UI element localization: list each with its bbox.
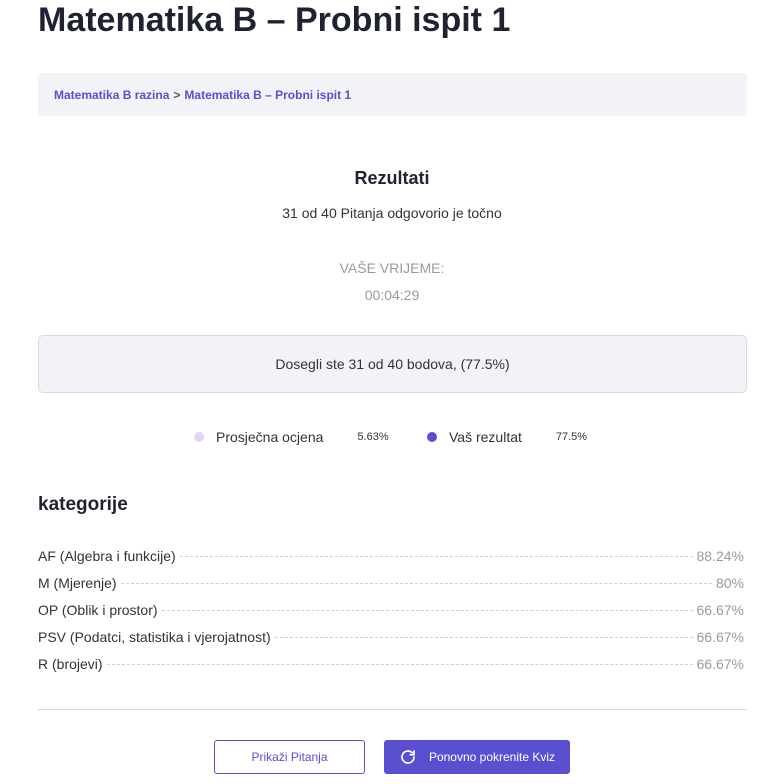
legend-dot-your-score	[427, 432, 437, 442]
category-value: 88.24%	[696, 548, 744, 564]
categories-title: kategorije	[38, 494, 128, 515]
list-item: AF (Algebra i funkcije) 88.24%	[38, 548, 744, 575]
restart-quiz-label: Ponovno pokrenite Kviz	[428, 750, 556, 764]
refresh-icon	[399, 748, 417, 766]
results-legend: Prosječna ocjena 5.63% Vaš rezultat 77.5…	[0, 427, 784, 447]
show-questions-button[interactable]: Prikaži Pitanja	[214, 740, 365, 774]
results-title: Rezultati	[354, 168, 430, 188]
category-value: 66.67%	[696, 629, 744, 645]
score-summary-text: Dosegli ste 31 od 40 bodova, (77.5%)	[275, 356, 510, 372]
score-summary-box: Dosegli ste 31 od 40 bodova, (77.5%)	[38, 335, 747, 393]
list-item: M (Mjerenje) 80%	[38, 575, 744, 602]
legend-label-average: Prosječna ocjena	[216, 429, 324, 445]
category-name: AF (Algebra i funkcije)	[38, 548, 176, 564]
legend-label-your-score: Vaš rezultat	[449, 429, 522, 445]
category-value: 66.67%	[696, 656, 744, 672]
legend-value-your-score: 77.5%	[555, 431, 588, 443]
legend-item-average: Prosječna ocjena 5.63%	[194, 427, 389, 447]
category-value: 66.67%	[696, 602, 744, 618]
dotted-leader	[161, 610, 693, 611]
page-title: Matematika B – Probni ispit 1	[38, 1, 511, 39]
time-value: 00:04:29	[364, 287, 420, 303]
show-questions-label: Prikaži Pitanja	[251, 750, 328, 764]
list-item: OP (Oblik i prostor) 66.67%	[38, 602, 744, 629]
restart-quiz-button[interactable]: Ponovno pokrenite Kviz	[384, 740, 570, 774]
category-name: M (Mjerenje)	[38, 575, 117, 591]
quiz-results-page: Matematika B – Probni ispit 1 Matematika…	[0, 0, 784, 784]
breadcrumb-separator: >	[173, 87, 181, 102]
legend-value-average: 5.63%	[357, 431, 389, 443]
category-name: PSV (Podatci, statistika i vjerojatnost)	[38, 629, 271, 645]
divider	[38, 709, 747, 710]
category-value: 80%	[715, 575, 744, 591]
results-correct-count: 31 od 40 Pitanja odgovorio je točno	[282, 205, 502, 221]
dotted-leader	[106, 664, 693, 665]
legend-item-your-score: Vaš rezultat 77.5%	[427, 427, 587, 447]
dotted-leader	[120, 583, 712, 584]
category-name: OP (Oblik i prostor)	[38, 602, 158, 618]
time-label: VAŠE VRIJEME:	[339, 260, 445, 276]
legend-dot-average	[194, 432, 204, 442]
category-list: AF (Algebra i funkcije) 88.24% M (Mjeren…	[38, 548, 744, 683]
breadcrumb-link-exam[interactable]: Matematika B – Probni ispit 1	[184, 88, 351, 102]
dotted-leader	[274, 637, 693, 638]
dotted-leader	[179, 556, 693, 557]
list-item: R (brojevi) 66.67%	[38, 656, 744, 683]
category-name: R (brojevi)	[38, 656, 103, 672]
breadcrumb-link-level[interactable]: Matematika B razina	[54, 88, 169, 102]
list-item: PSV (Podatci, statistika i vjerojatnost)…	[38, 629, 744, 656]
breadcrumb: Matematika B razina > Matematika B – Pro…	[38, 73, 747, 116]
